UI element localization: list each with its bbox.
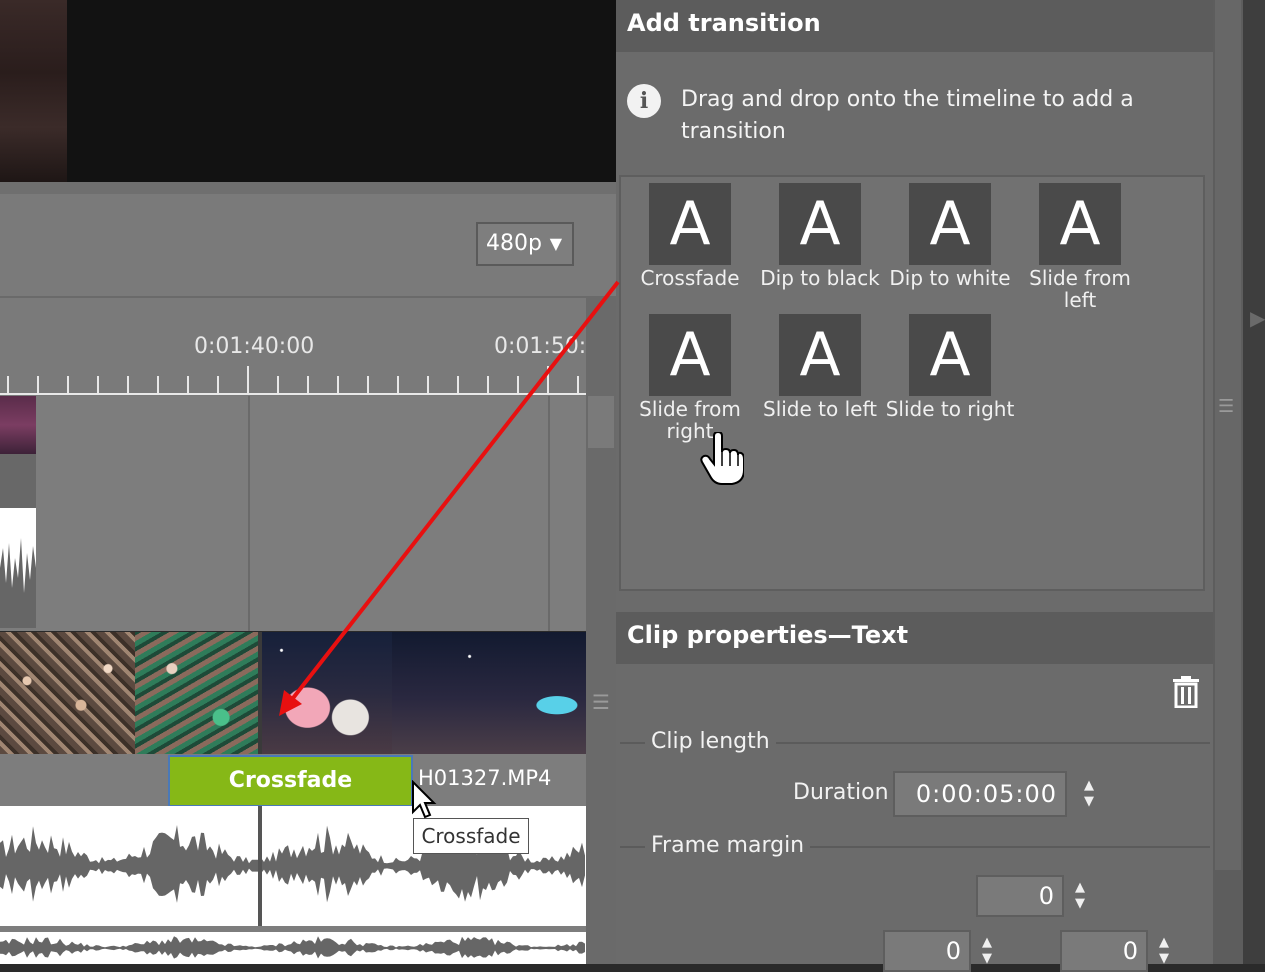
ruler-label: 0:01:50:00 [494,334,586,359]
transition-thumbnail: A [779,314,861,396]
chevron-right-icon[interactable]: ▶ [1250,306,1265,330]
duration-label: Duration [793,780,889,805]
margin-right-stepper[interactable]: ▲ ▼ [1150,935,1178,967]
tooltip: Crossfade [413,818,529,854]
margin-left-stepper[interactable]: ▲ ▼ [973,935,1001,967]
preview-frame [0,0,67,182]
clip-divider [258,806,262,926]
video-clip-track[interactable] [0,632,586,754]
clip-thumbnail[interactable] [135,632,258,754]
panel-scrollbar[interactable]: ☰ [1213,0,1243,964]
clip-thumbnail[interactable] [0,632,135,754]
audio-waveform[interactable] [0,932,586,964]
gridline [548,396,550,631]
transition-label: Dip to black [760,266,880,290]
transition-thumbnail: A [649,314,731,396]
collapsed-sidebar[interactable] [1243,0,1265,964]
resolution-select[interactable]: 480p ▼ [476,222,574,266]
transition-crossfade[interactable]: A Crossfade [625,183,755,289]
transition-dip-to-black[interactable]: A Dip to black [755,183,885,289]
audio-waveform[interactable] [0,508,36,628]
transition-slide-from-left[interactable]: A Slide from left [1015,183,1145,311]
timeline-scrollbar[interactable] [586,296,616,964]
clip-name: H01327.MP4 [418,766,552,790]
margin-right-input[interactable]: 0 [1060,930,1148,972]
transition-thumbnail: A [909,183,991,265]
scrollbar-thumb[interactable] [1215,0,1241,870]
transition-thumbnail: A [649,183,731,265]
hand-cursor-icon [700,432,744,485]
clip-thumbnail[interactable] [0,396,36,454]
transition-thumbnail: A [1039,183,1121,265]
info-icon: i [627,84,661,118]
ruler-label: 0:01:40:00 [194,334,315,359]
ruler-ticks [0,366,586,395]
transition-thumbnail: A [779,183,861,265]
transition-dip-to-white[interactable]: A Dip to white [885,183,1015,289]
transition-gallery: A Crossfade A Dip to black A Dip to whit… [619,175,1205,591]
section-clip-length: Clip length [645,729,776,754]
trash-icon[interactable] [1172,676,1202,710]
transition-label: Slide to left [763,397,877,421]
chevron-down-icon: ▼ [549,234,562,253]
transition-label: Dip to white [889,266,1011,290]
margin-left-input[interactable]: 0 [883,930,971,972]
duration-input[interactable]: 0:00:05:00 [893,771,1067,817]
transition-label: Slide from left [1029,266,1131,312]
arrow-cursor-icon [412,780,437,819]
margin-top-input[interactable]: 0 [976,875,1064,917]
scrollbar-thumb[interactable] [588,396,614,448]
transition-slide-from-right[interactable]: A Slide from right [625,314,755,442]
timeline-ruler[interactable]: 0:01:40:00 0:01:50:00 [0,296,586,396]
clip-thumbnail[interactable] [392,632,586,754]
margin-top-stepper[interactable]: ▲ ▼ [1066,880,1094,912]
transition-label: Slide to right [885,397,1015,421]
waveform-shape [0,936,585,959]
video-preview [0,0,616,182]
info-text: Drag and drop onto the timeline to add a… [681,87,1134,144]
resolution-value: 480p [486,231,542,256]
transition-slide-to-right[interactable]: A Slide to right [885,314,1015,420]
clip-properties-title: Clip properties—Text [627,621,909,649]
section-frame-margin: Frame margin [645,833,811,858]
splitter[interactable] [0,182,616,194]
panel-title: Add transition [627,9,821,37]
grip-icon[interactable]: ☰ [1218,396,1234,417]
clip-body[interactable] [0,454,36,508]
transition-thumbnail: A [909,314,991,396]
duration-stepper[interactable]: ▲ ▼ [1075,778,1103,810]
crossfade-transition[interactable]: Crossfade [168,755,413,807]
clip-thumbnail[interactable] [262,632,392,754]
timeline-track[interactable] [0,396,586,631]
transition-label: Crossfade [640,266,740,290]
transition-slide-to-left[interactable]: A Slide to left [755,314,885,420]
gridline [248,396,250,631]
splitter-grip-icon[interactable]: ☰ [592,690,610,714]
